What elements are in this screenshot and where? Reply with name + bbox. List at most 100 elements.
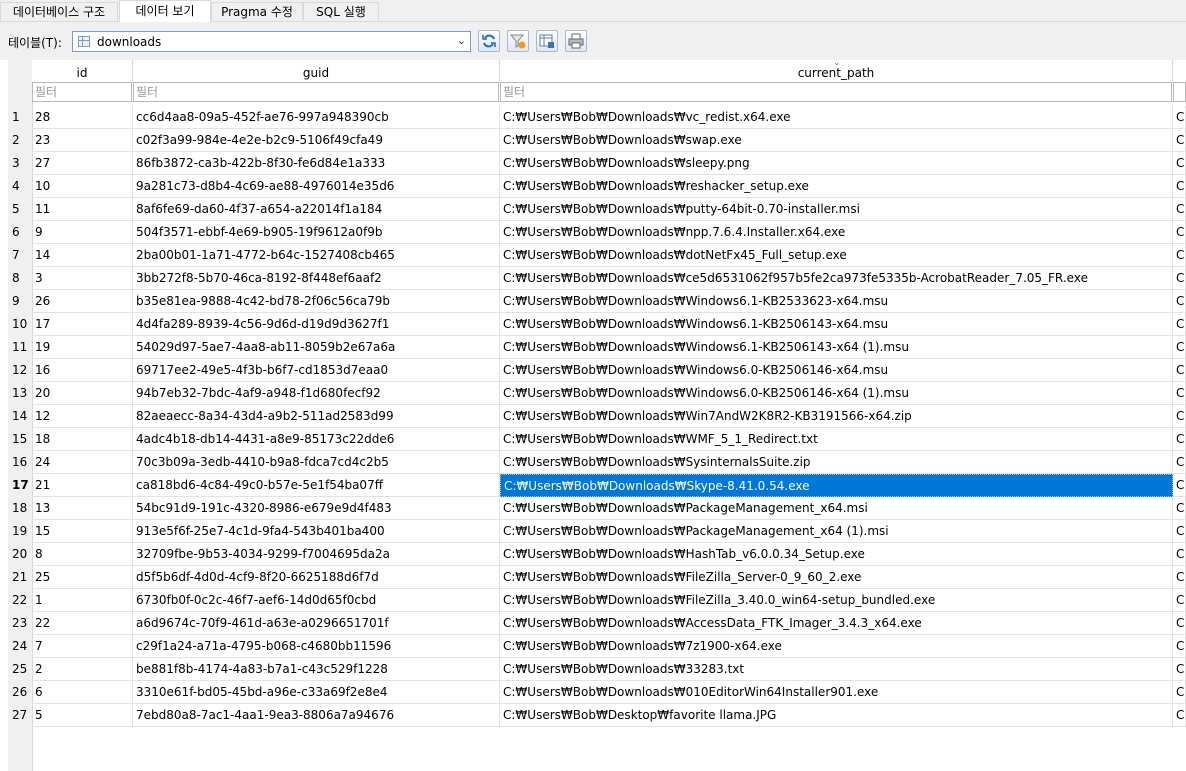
cell-guid[interactable]: 9a281c73-d8b4-4c69-ae88-4976014e35d6 (133, 175, 500, 198)
tab-edit-pragmas[interactable]: Pragma 수정 (211, 2, 303, 20)
cell-current-path[interactable]: C:₩Users₩Bob₩Downloads₩Windows6.1-KB2533… (500, 290, 1173, 313)
cell-id[interactable]: 11 (32, 198, 133, 221)
cell-id[interactable]: 23 (32, 129, 133, 152)
cell-id[interactable]: 5 (32, 704, 133, 727)
cell-guid[interactable]: 54029d97-5ae7-4aa8-ab11-8059b2e67a6a (133, 336, 500, 359)
cell-id[interactable]: 9 (32, 221, 133, 244)
cell-current-path[interactable]: C:₩Users₩Bob₩Downloads₩sleepy.png (500, 152, 1173, 175)
cell-next[interactable]: C (1173, 681, 1186, 704)
row-number[interactable]: 24 (8, 635, 32, 658)
table-row[interactable]: 6 9 504f3571-ebbf-4e69-b905-19f9612a0f9b C:… (8, 221, 1186, 244)
save-table-button[interactable] (536, 30, 558, 52)
table-row[interactable]: 8 3 3bb272f8-5b70-46ca-8192-8f448ef6aaf2 C:… (8, 267, 1186, 290)
row-number[interactable]: 5 (8, 198, 32, 221)
cell-guid[interactable]: 913e5f6f-25e7-4c1d-9fa4-543b401ba400 (133, 520, 500, 543)
row-number[interactable]: 21 (8, 566, 32, 589)
cell-id[interactable]: 24 (32, 451, 133, 474)
table-row[interactable]: 16 24 70c3b09a-3edb-4410-b9a8-fdca7cd4c2b5… (8, 451, 1186, 474)
cell-next[interactable]: C (1173, 612, 1186, 635)
filter-input-next[interactable] (1173, 82, 1186, 102)
table-row[interactable]: 4 10 9a281c73-d8b4-4c69-ae88-4976014e35d6 C… (8, 175, 1186, 198)
cell-current-path[interactable]: C:₩Users₩Bob₩Downloads₩WMF_5_1_Redirect.… (500, 428, 1173, 451)
table-row[interactable]: 9 26 b35e81ea-9888-4c42-bd78-2f06c56ca79b C… (8, 290, 1186, 313)
cell-current-path[interactable]: C:₩Users₩Bob₩Downloads₩Windows6.0-KB2506… (500, 359, 1173, 382)
row-number[interactable]: 19 (8, 520, 32, 543)
cell-current-path[interactable]: C:₩Users₩Bob₩Downloads₩SysinternalsSuite… (500, 451, 1173, 474)
table-row[interactable]: 14 12 82aeaecc-8a34-43d4-a9b2-511ad2583d99… (8, 405, 1186, 428)
cell-id[interactable]: 28 (32, 106, 133, 129)
cell-id[interactable]: 19 (32, 336, 133, 359)
cell-id[interactable]: 22 (32, 612, 133, 635)
cell-next[interactable]: C (1173, 175, 1186, 198)
cell-id[interactable]: 27 (32, 152, 133, 175)
cell-id[interactable]: 10 (32, 175, 133, 198)
cell-current-path[interactable]: C:₩Users₩Bob₩Downloads₩reshacker_setup.e… (500, 175, 1173, 198)
cell-id[interactable]: 16 (32, 359, 133, 382)
tab-execute-sql[interactable]: SQL 실행 (303, 2, 379, 20)
cell-guid[interactable]: 4adc4b18-db14-4431-a8e9-85173c22dde6 (133, 428, 500, 451)
cell-guid[interactable]: 94b7eb32-7bdc-4af9-a948-f1d680fecf92 (133, 382, 500, 405)
row-number[interactable]: 25 (8, 658, 32, 681)
cell-id[interactable]: 26 (32, 290, 133, 313)
row-number[interactable]: 27 (8, 704, 32, 727)
tab-browse-data[interactable]: 데이터 보기 (119, 0, 211, 22)
cell-guid[interactable]: c29f1a24-a71a-4795-b068-c4680bb11596 (133, 635, 500, 658)
row-number[interactable]: 14 (8, 405, 32, 428)
cell-next[interactable]: C (1173, 658, 1186, 681)
row-number[interactable]: 8 (8, 267, 32, 290)
cell-current-path[interactable]: C:₩Users₩Bob₩Downloads₩Win7AndW2K8R2-KB3… (500, 405, 1173, 428)
cell-current-path[interactable]: C:₩Users₩Bob₩Downloads₩AccessData_FTK_Im… (500, 612, 1173, 635)
cell-current-path[interactable]: C:₩Users₩Bob₩Downloads₩dotNetFx45_Full_s… (500, 244, 1173, 267)
cell-next[interactable]: C (1173, 244, 1186, 267)
table-row[interactable]: 13 20 94b7eb32-7bdc-4af9-a948-f1d680fecf92… (8, 382, 1186, 405)
cell-next[interactable]: C (1173, 497, 1186, 520)
row-number[interactable]: 10 (8, 313, 32, 336)
row-number[interactable]: 18 (8, 497, 32, 520)
cell-next[interactable]: C (1173, 428, 1186, 451)
cell-id[interactable]: 7 (32, 635, 133, 658)
cell-guid[interactable]: 6730fb0f-0c2c-46f7-aef6-14d0d65f0cbd (133, 589, 500, 612)
table-row[interactable]: 2 23 c02f3a99-984e-4e2e-b2c9-5106f49cfa49 C… (8, 129, 1186, 152)
filter-input-id[interactable]: 필터 (32, 82, 132, 102)
row-number[interactable]: 16 (8, 451, 32, 474)
cell-guid[interactable]: be881f8b-4174-4a83-b7a1-c43c529f1228 (133, 658, 500, 681)
cell-guid[interactable]: d5f5b6df-4d0d-4cf9-8f20-6625188d6f7d (133, 566, 500, 589)
cell-id[interactable]: 3 (32, 267, 133, 290)
cell-current-path[interactable]: C:₩Users₩Bob₩Downloads₩vc_redist.x64.exe (500, 106, 1173, 129)
cell-current-path[interactable]: C:₩Users₩Bob₩Downloads₩swap.exe (500, 129, 1173, 152)
cell-guid[interactable]: 504f3571-ebbf-4e69-b905-19f9612a0f9b (133, 221, 500, 244)
row-number[interactable]: 2 (8, 129, 32, 152)
cell-next[interactable]: C (1173, 106, 1186, 129)
row-number[interactable]: 4 (8, 175, 32, 198)
cell-next[interactable]: C (1173, 451, 1186, 474)
cell-current-path[interactable]: C:₩Users₩Bob₩Downloads₩7z1900-x64.exe (500, 635, 1173, 658)
cell-guid[interactable]: 3bb272f8-5b70-46ca-8192-8f448ef6aaf2 (133, 267, 500, 290)
cell-current-path[interactable]: C:₩Users₩Bob₩Downloads₩npp.7.6.4.Install… (500, 221, 1173, 244)
print-button[interactable] (565, 30, 587, 52)
table-row[interactable]: 23 22 a6d9674c-70f9-461d-a63e-a0296651701f… (8, 612, 1186, 635)
cell-guid[interactable]: 4d4fa289-8939-4c56-9d6d-d19d9d3627f1 (133, 313, 500, 336)
cell-current-path[interactable]: C:₩Users₩Bob₩Downloads₩FileZilla_3.40.0_… (500, 589, 1173, 612)
table-row[interactable]: 12 16 69717ee2-49e5-4f3b-b6f7-cd1853d7eaa0… (8, 359, 1186, 382)
cell-next[interactable]: C (1173, 635, 1186, 658)
cell-next[interactable]: C (1173, 474, 1186, 497)
row-number[interactable]: 23 (8, 612, 32, 635)
cell-current-path[interactable]: C:₩Users₩Bob₩Downloads₩ce5d6531062f957b5… (500, 267, 1173, 290)
cell-current-path[interactable]: C:₩Users₩Bob₩Downloads₩Windows6.1-KB2506… (500, 313, 1173, 336)
cell-id[interactable]: 6 (32, 681, 133, 704)
row-number[interactable]: 9 (8, 290, 32, 313)
table-row[interactable]: 5 11 8af6fe69-da60-4f37-a654-a22014f1a184 C… (8, 198, 1186, 221)
cell-id[interactable]: 1 (32, 589, 133, 612)
row-number[interactable]: 26 (8, 681, 32, 704)
cell-id[interactable]: 14 (32, 244, 133, 267)
cell-guid[interactable]: 70c3b09a-3edb-4410-b9a8-fdca7cd4c2b5 (133, 451, 500, 474)
tab-database-structure[interactable]: 데이터베이스 구조 (0, 2, 118, 20)
row-number[interactable]: 11 (8, 336, 32, 359)
cell-current-path[interactable]: C:₩Users₩Bob₩Downloads₩HashTab_v6.0.0.34… (500, 543, 1173, 566)
cell-guid[interactable]: 2ba00b01-1a71-4772-b64c-1527408cb465 (133, 244, 500, 267)
cell-next[interactable]: C (1173, 359, 1186, 382)
row-number[interactable]: 22 (8, 589, 32, 612)
table-row[interactable]: 18 13 54bc91d9-191c-4320-8986-e679e9d4f483… (8, 497, 1186, 520)
row-number[interactable]: 12 (8, 359, 32, 382)
cell-id[interactable]: 12 (32, 405, 133, 428)
